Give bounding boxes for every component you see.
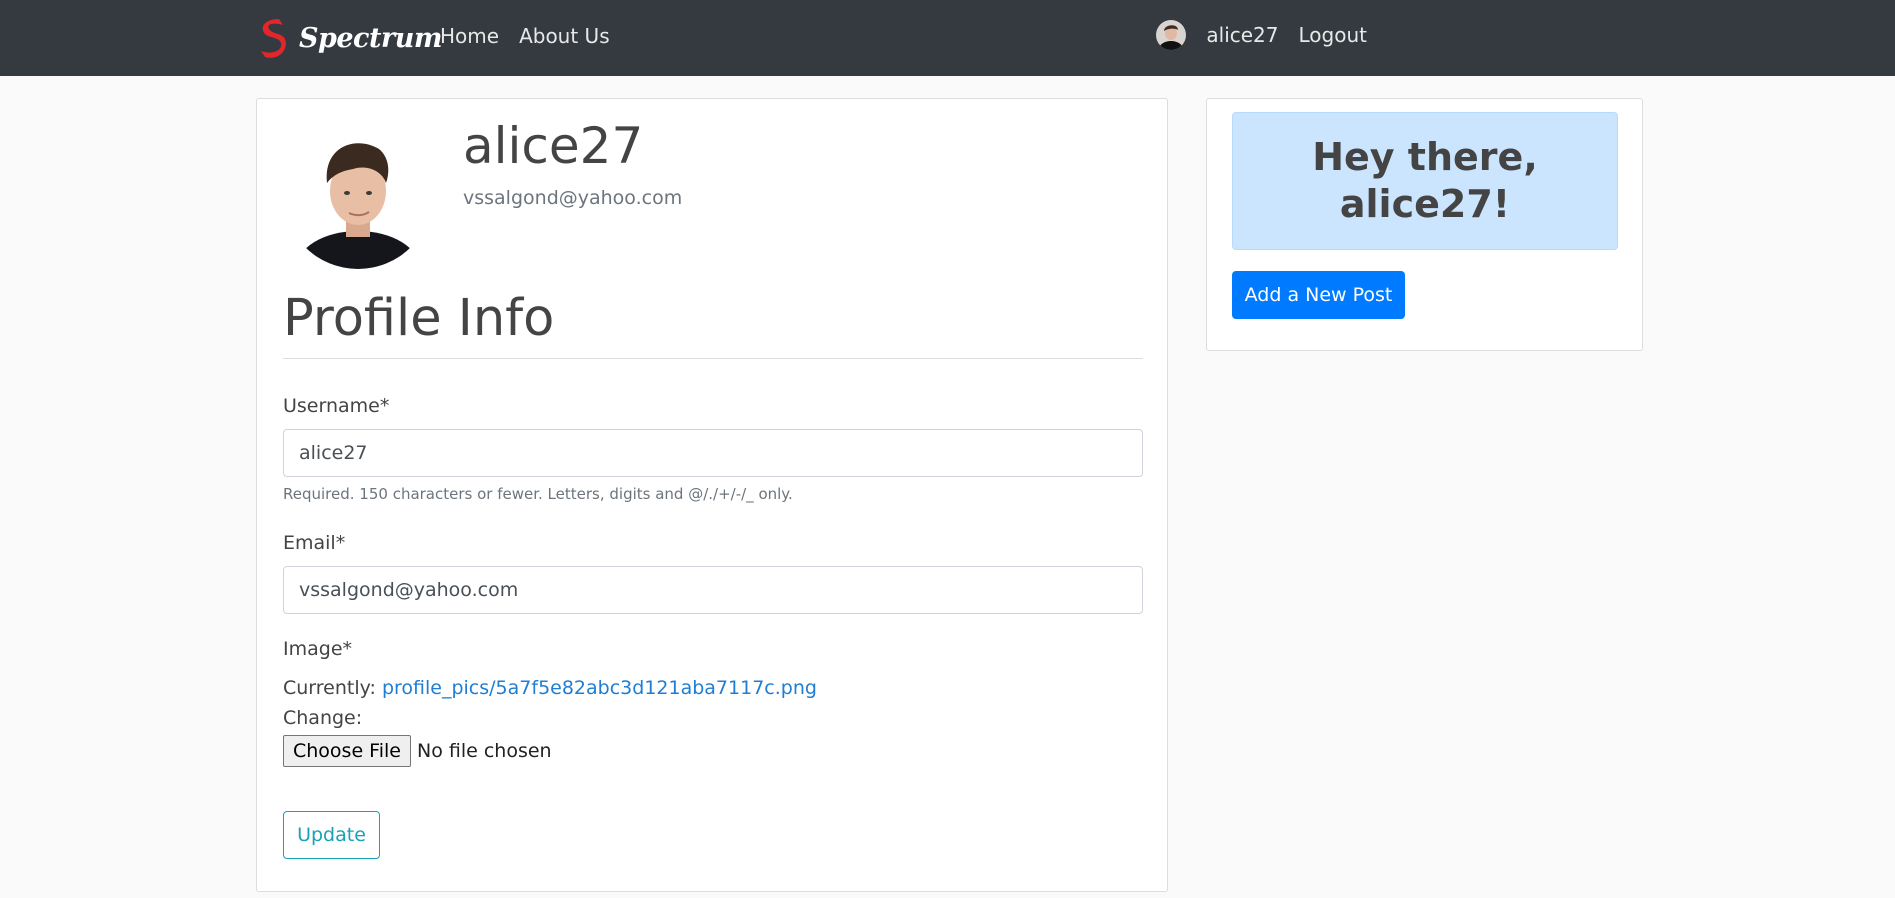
email-label: Email* xyxy=(283,532,346,554)
image-label: Image* xyxy=(283,638,353,660)
brand-name: Spectrum xyxy=(299,22,442,54)
email-input[interactable] xyxy=(283,566,1143,614)
choose-file-button[interactable]: Choose File xyxy=(283,735,411,767)
currently-label: Currently: xyxy=(283,677,376,699)
current-image-link[interactable]: profile_pics/5a7f5e82abc3d121aba7117c.pn… xyxy=(382,677,817,699)
nav-links: Home About Us xyxy=(440,24,610,48)
username-label: Username* xyxy=(283,395,390,417)
nav-link-about-us[interactable]: About Us xyxy=(519,24,610,48)
top-navbar: Spectrum Home About Us alice27 Logout xyxy=(0,0,1895,76)
profile-avatar xyxy=(283,119,433,269)
logout-link[interactable]: Logout xyxy=(1299,23,1367,47)
sidebar-card: Hey there, alice27! Add a New Post xyxy=(1206,98,1643,351)
file-status: No file chosen xyxy=(416,740,552,762)
profile-email: vssalgond@yahoo.com xyxy=(463,187,683,209)
profile-username: alice27 xyxy=(463,117,644,175)
section-title: Profile Info xyxy=(283,289,555,348)
nav-avatar[interactable] xyxy=(1156,20,1187,50)
add-new-post-button[interactable]: Add a New Post xyxy=(1232,271,1405,319)
spectrum-logo-icon xyxy=(261,19,286,58)
profile-photo-icon xyxy=(283,119,433,269)
change-label: Change: xyxy=(283,707,363,729)
current-image-row: Currently: profile_pics/5a7f5e82abc3d121… xyxy=(283,677,817,699)
username-input[interactable] xyxy=(283,429,1143,477)
username-help-text: Required. 150 characters or fewer. Lette… xyxy=(283,485,793,503)
section-divider xyxy=(283,358,1143,359)
nav-link-home[interactable]: Home xyxy=(440,24,499,48)
nav-user-menu: alice27 Logout xyxy=(1156,20,1367,50)
user-avatar-icon xyxy=(1156,20,1187,50)
greeting-alert: Hey there, alice27! xyxy=(1232,112,1618,250)
file-input: Choose File No file chosen xyxy=(283,735,552,767)
profile-card: alice27 vssalgond@yahoo.com Profile Info… xyxy=(256,98,1168,892)
update-button[interactable]: Update xyxy=(283,811,380,859)
nav-username-link[interactable]: alice27 xyxy=(1206,23,1278,47)
brand-logo-link[interactable]: Spectrum xyxy=(255,12,442,64)
